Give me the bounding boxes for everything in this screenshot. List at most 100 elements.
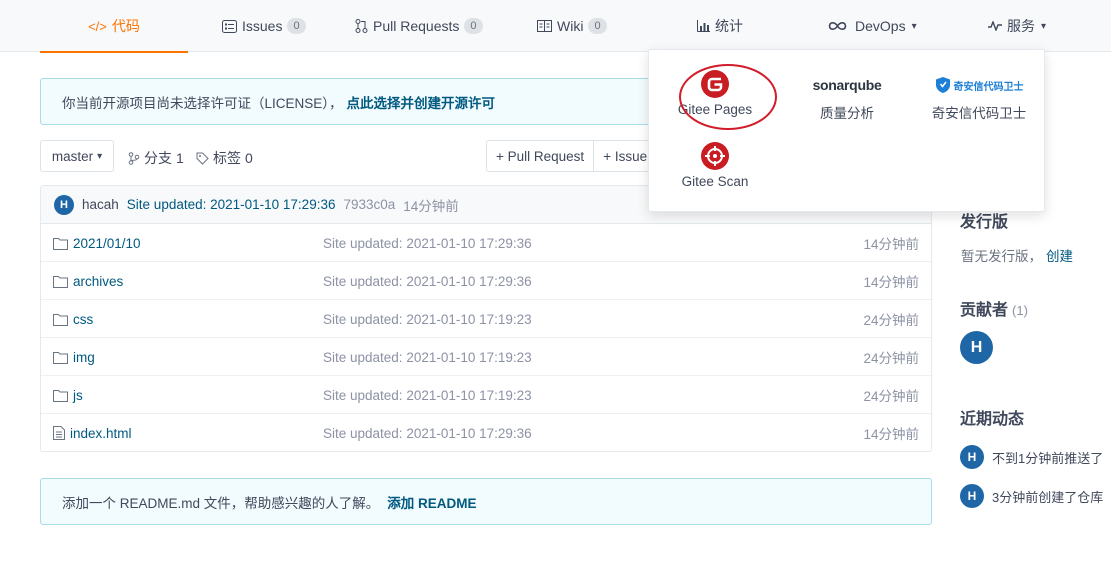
readme-notice: 添加一个 README.md 文件，帮助感兴趣的人了解。 添加 README (40, 478, 932, 525)
tab-services[interactable]: 服务 ▾ (988, 0, 1046, 52)
file-commit-message[interactable]: Site updated: 2021-01-10 17:19:23 (323, 376, 532, 414)
avatar: H (960, 445, 984, 469)
issues-count-badge: 0 (287, 18, 306, 34)
file-link[interactable]: archives (53, 262, 123, 300)
file-commit-message[interactable]: Site updated: 2021-01-10 17:29:36 (323, 414, 532, 452)
file-tree: H hacah Site updated: 2021-01-10 17:29:3… (40, 185, 932, 452)
services-dropdown: Gitee Pages sonarqube 质量分析 奇安信代码卫士 奇安信代码… (648, 49, 1045, 212)
service-gitee-scan[interactable]: Gitee Scan (679, 142, 751, 189)
tab-wiki[interactable]: Wiki 0 (537, 0, 607, 52)
contributors-title-text: 贡献者 (960, 302, 1009, 319)
tab-issues[interactable]: Issues 0 (222, 0, 306, 52)
contributors-count: (1) (1012, 303, 1028, 318)
file-commit-message[interactable]: Site updated: 2021-01-10 17:19:23 (323, 338, 532, 376)
wiki-icon (537, 20, 552, 32)
table-row: css Site updated: 2021-01-10 17:19:23 24… (41, 300, 931, 338)
file-time: 14分钟前 (863, 275, 919, 290)
service-label: 质量分析 (820, 106, 874, 121)
tab-pull-requests-label: Pull Requests (373, 18, 460, 34)
file-link[interactable]: js (53, 376, 83, 414)
chevron-down-icon: ▾ (1041, 20, 1047, 32)
file-name: archives (73, 273, 124, 289)
activity-text: 3分钟前创建了仓库 (992, 489, 1104, 505)
sonarqube-icon: sonarqube (813, 72, 882, 98)
table-row: img Site updated: 2021-01-10 17:19:23 24… (41, 338, 931, 376)
releases-empty-text: 暂无发行版， (961, 249, 1042, 264)
file-name: index.html (70, 425, 132, 441)
pull-requests-count-badge: 0 (464, 18, 483, 34)
folder-icon (53, 237, 68, 250)
activity-text: 不到1分钟前推送了 (992, 450, 1104, 466)
file-commit-message[interactable]: Site updated: 2021-01-10 17:29:36 (323, 224, 532, 262)
highlight-annotation (679, 64, 777, 130)
branches-count: 1 (176, 150, 184, 166)
shield-icon (935, 77, 950, 93)
file-commit-message[interactable]: Site updated: 2021-01-10 17:19:23 (323, 300, 532, 338)
commit-message[interactable]: Site updated: 2021-01-10 17:29:36 (127, 197, 336, 212)
file-link[interactable]: css (53, 300, 93, 338)
table-row: js Site updated: 2021-01-10 17:19:23 24分… (41, 376, 931, 414)
tags-link[interactable]: 标签 0 (196, 148, 253, 168)
service-label: Gitee Scan (681, 174, 749, 189)
branch-icon (128, 151, 140, 165)
file-link[interactable]: 2021/01/10 (53, 224, 141, 262)
file-time: 24分钟前 (863, 351, 919, 366)
file-icon (53, 426, 65, 440)
tab-devops[interactable]: DevOps ▾ (828, 0, 917, 52)
repo-nav: </> 代码 Issues 0 Pull Requests 0 Wiki 0 统… (0, 0, 1111, 53)
tag-icon (196, 152, 209, 165)
chevron-down-icon: ▾ (911, 20, 917, 32)
devops-icon (828, 22, 847, 30)
tab-issues-label: Issues (242, 18, 283, 34)
service-sonarqube[interactable]: sonarqube 质量分析 (805, 72, 889, 122)
tags-count: 0 (245, 150, 253, 166)
file-link[interactable]: index.html (53, 414, 132, 452)
file-name: css (73, 311, 94, 327)
service-label: 奇安信代码卫士 (931, 106, 1027, 121)
create-release-link[interactable]: 创建 (1046, 249, 1073, 264)
file-time: 14分钟前 (863, 237, 919, 252)
folder-icon (53, 313, 68, 326)
commit-author[interactable]: hacah (82, 197, 119, 212)
sonarqube-logo-text: sonarqube (812, 77, 882, 93)
readme-notice-text: 添加一个 README.md 文件，帮助感兴趣的人了解。 (62, 495, 380, 511)
table-row: archives Site updated: 2021-01-10 17:29:… (41, 262, 931, 300)
file-commit-message[interactable]: Site updated: 2021-01-10 17:29:36 (323, 262, 532, 300)
commit-sha[interactable]: 7933c0a (343, 197, 395, 212)
tab-code[interactable]: </> 代码 (40, 0, 188, 53)
gitee-scan-icon (701, 142, 729, 170)
branch-select[interactable]: master ▾ (40, 140, 114, 172)
stats-icon (697, 20, 710, 32)
code-icon: </> (88, 18, 107, 34)
branches-link[interactable]: 分支 1 (128, 148, 184, 168)
releases-empty: 暂无发行版， 创建 (961, 245, 1073, 265)
table-row: 2021/01/10 Site updated: 2021-01-10 17:2… (41, 224, 931, 262)
list-item[interactable]: H 3分钟前创建了仓库 (960, 484, 1103, 508)
activity-title: 近期动态 (960, 411, 1025, 428)
avatar[interactable]: H (960, 331, 993, 364)
tab-wiki-label: Wiki (557, 18, 584, 34)
tab-pull-requests[interactable]: Pull Requests 0 (355, 0, 483, 52)
create-button-group: + Pull Request + Issue (486, 140, 669, 172)
file-link[interactable]: img (53, 338, 95, 376)
qianxin-logo-text: 奇安信代码卫士 (953, 81, 1024, 93)
tags-label: 标签 (213, 150, 241, 166)
avatar[interactable]: H (54, 194, 74, 215)
tab-code-label: 代码 (111, 18, 140, 34)
create-license-link[interactable]: 点此选择并创建开源许可 (347, 92, 496, 112)
list-item[interactable]: H 不到1分钟前推送了 (960, 445, 1103, 469)
file-time: 24分钟前 (863, 313, 919, 328)
issues-icon (222, 19, 237, 33)
table-row: index.html Site updated: 2021-01-10 17:2… (41, 414, 931, 452)
tab-stats[interactable]: 统计 (697, 0, 743, 52)
file-time: 24分钟前 (863, 389, 919, 404)
chevron-down-icon: ▾ (97, 150, 103, 162)
file-time: 14分钟前 (863, 427, 919, 442)
pull-request-icon (355, 19, 368, 33)
service-qianxin[interactable]: 奇安信代码卫士 奇安信代码卫士 (929, 72, 1029, 122)
qianxin-icon: 奇安信代码卫士 (935, 72, 1024, 98)
tab-devops-label: DevOps (855, 18, 906, 34)
branches-label: 分支 (144, 150, 172, 166)
new-pull-request-button[interactable]: + Pull Request (487, 141, 593, 171)
add-readme-link[interactable]: 添加 README (387, 492, 476, 512)
